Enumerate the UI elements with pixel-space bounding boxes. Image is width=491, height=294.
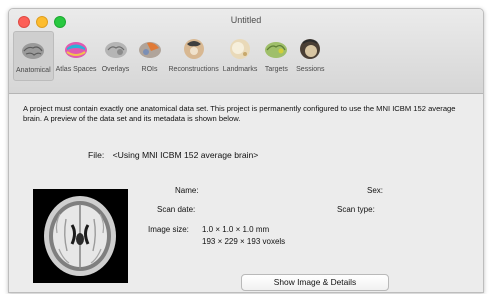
brain-roi-icon (135, 35, 165, 65)
image-size-voxels: 193 × 229 × 193 voxels (202, 237, 286, 246)
head-landmarks-icon (225, 35, 255, 65)
tab-label: Atlas Spaces (55, 66, 97, 73)
window-title: Untitled (230, 15, 262, 25)
description-text: A project must contain exactly one anato… (23, 104, 456, 123)
tab-label: Anatomical (16, 67, 51, 74)
toolbar: Anatomical Atlas Spaces Overlays ROIs Re… (13, 31, 327, 81)
brain-overlay-icon (101, 35, 131, 65)
brain-preview-image (33, 189, 128, 283)
tab-label: Overlays (101, 66, 130, 73)
head-sessions-icon (295, 35, 325, 65)
brain-targets-icon (261, 35, 291, 65)
tab-atlas-spaces[interactable]: Atlas Spaces (54, 31, 99, 81)
tab-label: Reconstructions (168, 66, 219, 73)
scan-date-label: Scan date: (157, 205, 196, 214)
app-window: Untitled Anatomical Atlas Spaces Overlay… (8, 8, 484, 293)
name-label: Name: (175, 186, 199, 195)
tab-sessions[interactable]: Sessions (293, 31, 327, 81)
show-image-details-button[interactable]: Show Image & Details (241, 274, 389, 291)
tab-anatomical[interactable]: Anatomical (13, 31, 54, 81)
tab-landmarks[interactable]: Landmarks (221, 31, 260, 81)
sex-label: Sex: (367, 186, 384, 195)
tab-label: Sessions (296, 66, 325, 73)
tab-label: Landmarks (222, 66, 258, 73)
tab-reconstructions[interactable]: Reconstructions (167, 31, 221, 81)
head-reconstruction-icon (179, 35, 209, 65)
tab-rois[interactable]: ROIs (133, 31, 167, 81)
image-size-mm: 1.0 × 1.0 × 1.0 mm (202, 225, 270, 234)
tab-targets[interactable]: Targets (259, 31, 293, 81)
anatomical-pane: A project must contain exactly one anato… (9, 94, 483, 292)
brain-gray-icon (18, 36, 48, 66)
file-value: <Using MNI ICBM 152 average brain> (112, 150, 259, 160)
tab-label: ROIs (141, 66, 158, 73)
image-size-label: Image size: (148, 225, 189, 234)
titlebar: Untitled Anatomical Atlas Spaces Overlay… (9, 9, 483, 94)
brain-colored-icon (61, 35, 91, 65)
file-row: File: <Using MNI ICBM 152 average brain> (88, 150, 258, 160)
tab-label: Targets (264, 66, 288, 73)
scan-type-label: Scan type: (337, 205, 375, 214)
tab-overlays[interactable]: Overlays (99, 31, 133, 81)
file-label: File: (88, 150, 105, 160)
